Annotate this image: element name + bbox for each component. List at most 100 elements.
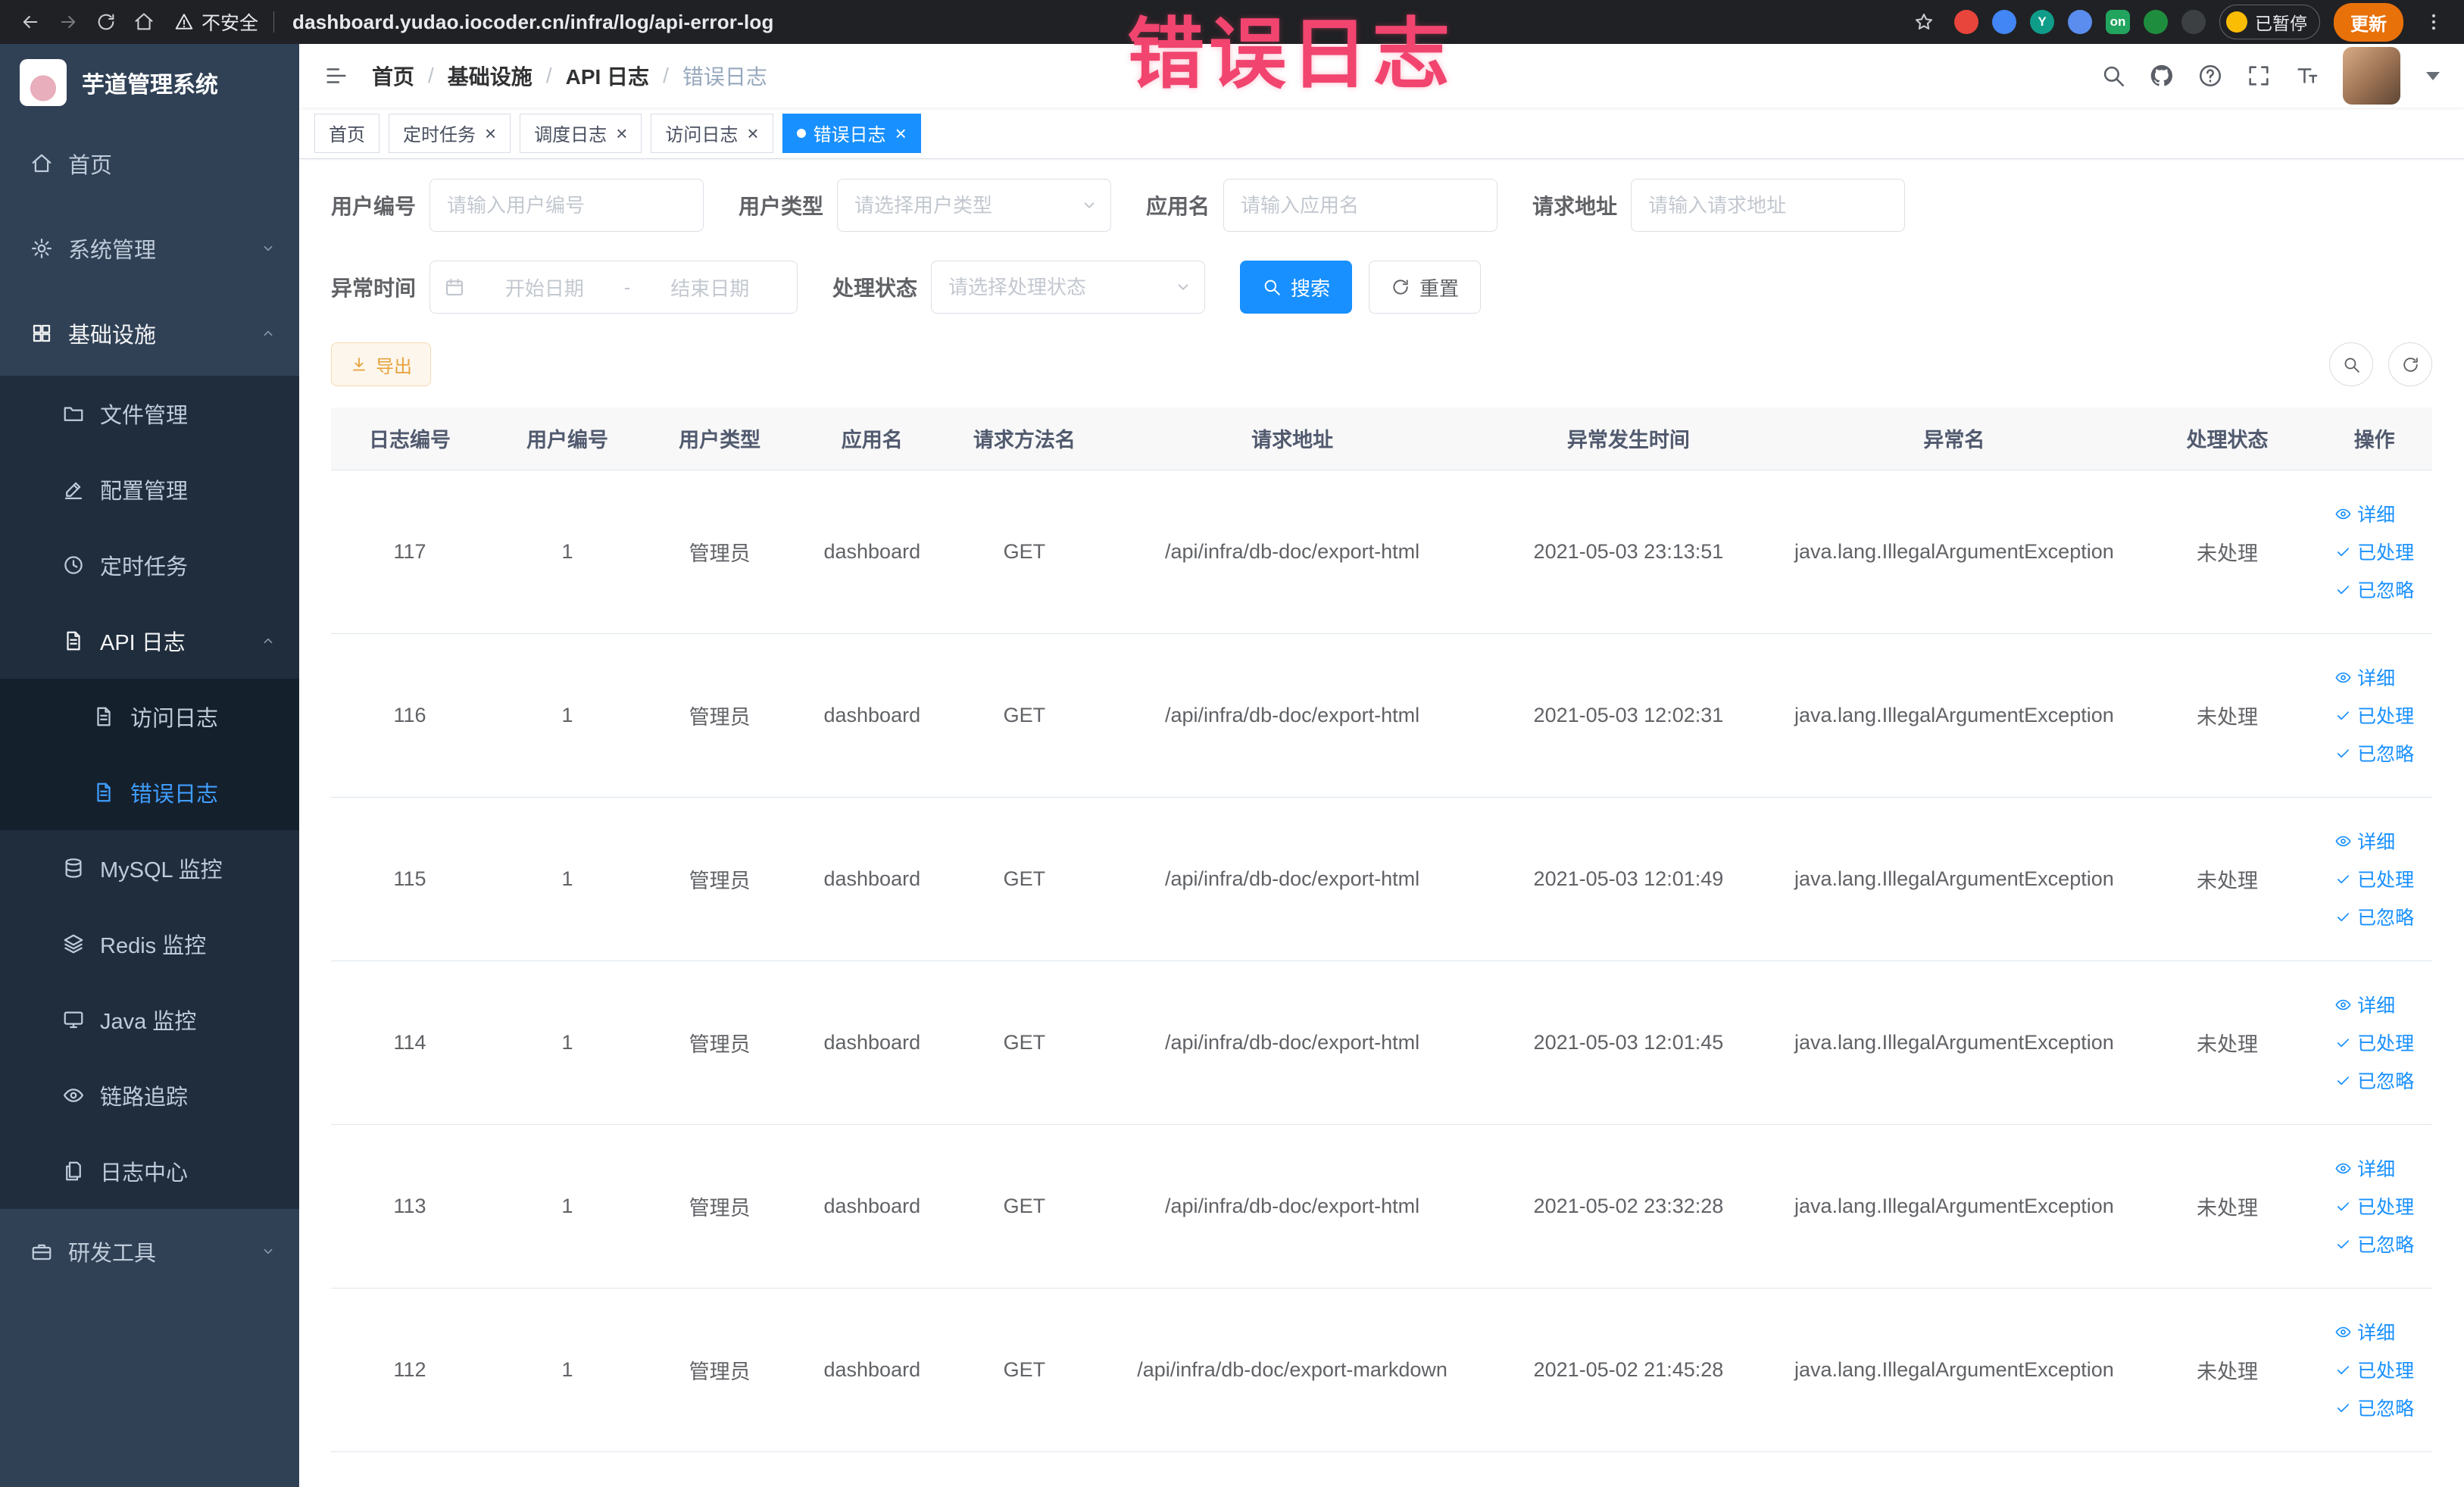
search-icon[interactable] [2100, 63, 2126, 89]
paused-badge[interactable]: 已暂停 [2219, 5, 2320, 39]
tab-active[interactable]: 错误日志 × [782, 113, 921, 153]
sidebar-item-system-management[interactable]: 系统管理 [0, 206, 299, 291]
extension-icon-5[interactable] [2144, 10, 2168, 34]
filter-user-id: 用户编号 [331, 179, 704, 232]
sidebar-item-infrastructure[interactable]: 基础设施 [0, 291, 299, 376]
mark-processed-link[interactable]: 已处理 [2334, 865, 2414, 892]
extension-icon-3[interactable]: Y [2030, 10, 2054, 34]
sidebar-item-trace[interactable]: 链路追踪 [0, 1057, 299, 1133]
sidebar-item-java-monitor[interactable]: Java 监控 [0, 982, 299, 1057]
help-icon[interactable] [2197, 63, 2223, 89]
mark-processed-link[interactable]: 已处理 [2334, 1029, 2414, 1056]
browser-back-button[interactable] [14, 5, 47, 39]
breadcrumb-item[interactable]: 首页 [372, 61, 414, 91]
close-icon[interactable]: × [485, 123, 496, 143]
caret-down-icon[interactable] [2426, 71, 2440, 80]
tab-item[interactable]: 首页 [314, 113, 379, 153]
reset-button[interactable]: 重置 [1369, 261, 1482, 314]
sidebar-item-dev-tools[interactable]: 研发工具 [0, 1209, 299, 1294]
cell-user-id: 1 [489, 1288, 647, 1452]
tab-item[interactable]: 访问日志 × [651, 113, 773, 153]
hamburger-icon[interactable] [323, 63, 349, 89]
user-id-input[interactable] [429, 179, 704, 232]
page-content: 用户编号 用户类型 应用名 请求地址 [299, 159, 2464, 1487]
font-size-icon[interactable] [2294, 63, 2320, 89]
tab-item[interactable]: 定时任务 × [389, 113, 511, 153]
app-name-input[interactable] [1223, 179, 1498, 232]
layers-icon [62, 932, 85, 955]
user-type-select[interactable] [837, 179, 1112, 232]
chrome-update-button[interactable]: 更新 [2334, 2, 2403, 42]
breadcrumb: 首页 / 基础设施 / API 日志 / 错误日志 [372, 61, 767, 91]
sidebar-item-log-center[interactable]: 日志中心 [0, 1133, 299, 1209]
mark-processed-link[interactable]: 已处理 [2334, 1192, 2414, 1220]
mark-ignored-link[interactable]: 已忽略 [2334, 1394, 2414, 1421]
mark-ignored-link[interactable]: 已忽略 [2334, 1067, 2414, 1094]
breadcrumb-item[interactable]: API 日志 [566, 61, 649, 91]
search-button[interactable]: 搜索 [1240, 261, 1353, 314]
close-icon[interactable]: × [747, 123, 758, 143]
detail-link[interactable]: 详细 [2334, 500, 2395, 527]
sidebar-item-redis-monitor[interactable]: Redis 监控 [0, 906, 299, 982]
check-icon [2334, 707, 2352, 724]
toggle-search-button[interactable] [2329, 342, 2373, 386]
detail-link[interactable]: 详细 [2334, 1318, 2395, 1345]
sidebar-item-api-logs[interactable]: API 日志 [0, 603, 299, 679]
sidebar-item-home[interactable]: 首页 [0, 121, 299, 206]
site-security-chip[interactable]: 不安全 [174, 8, 258, 36]
detail-link[interactable]: 详细 [2334, 827, 2395, 854]
sidebar-item-mysql-monitor[interactable]: MySQL 监控 [0, 830, 299, 906]
sidebar-item-error-log[interactable]: 错误日志 [0, 754, 299, 830]
export-button[interactable]: 导出 [331, 342, 431, 386]
chevron-down-icon [260, 1243, 276, 1260]
sidebar-item-access-log[interactable]: 访问日志 [0, 679, 299, 754]
bookmark-star-icon[interactable] [1907, 5, 1941, 39]
cell-method: GET [951, 1124, 1098, 1289]
extension-icon-1[interactable] [1954, 10, 1978, 34]
refresh-icon [2401, 355, 2420, 374]
detail-link[interactable]: 详细 [2334, 1154, 2395, 1182]
logo[interactable]: 芋道管理系统 [0, 44, 299, 121]
mark-ignored-link[interactable]: 已忽略 [2334, 739, 2414, 767]
fullscreen-icon[interactable] [2246, 63, 2272, 89]
mark-processed-link[interactable]: 已处理 [2334, 701, 2414, 729]
date-range-picker[interactable]: 开始日期 - 结束日期 [429, 261, 798, 314]
detail-link[interactable]: 详细 [2334, 991, 2395, 1018]
github-icon[interactable] [2149, 63, 2175, 89]
cell-method: GET [951, 470, 1098, 634]
mark-ignored-link[interactable]: 已忽略 [2334, 903, 2414, 930]
detail-link[interactable]: 详细 [2334, 664, 2395, 691]
mark-ignored-link[interactable]: 已忽略 [2334, 1230, 2414, 1257]
check-icon [2334, 1361, 2352, 1379]
close-icon[interactable]: × [616, 123, 627, 143]
extension-icon-on[interactable]: on [2106, 10, 2130, 34]
request-url-input[interactable] [1631, 179, 1906, 232]
mark-processed-link[interactable]: 已处理 [2334, 1356, 2414, 1383]
avatar[interactable] [2343, 47, 2400, 105]
cell-log-id: 113 [331, 1124, 489, 1289]
cell-exception-name: java.lang.IllegalArgumentException [1770, 961, 2138, 1125]
mark-processed-link[interactable]: 已处理 [2334, 538, 2414, 565]
close-icon[interactable]: × [895, 123, 907, 143]
clock-icon [62, 554, 85, 576]
sidebar-item-file-management[interactable]: 文件管理 [0, 376, 299, 451]
tab-item[interactable]: 调度日志 × [520, 113, 642, 153]
breadcrumb-item[interactable]: 基础设施 [448, 61, 532, 91]
mark-ignored-link[interactable]: 已忽略 [2334, 576, 2414, 603]
browser-reload-button[interactable] [89, 5, 123, 39]
check-icon [2334, 543, 2352, 561]
browser-home-button[interactable] [127, 5, 161, 39]
extension-icon-4[interactable] [2068, 10, 2092, 34]
browser-forward-button[interactable] [52, 5, 85, 39]
address-bar-url[interactable]: dashboard.yudao.iocoder.cn/infra/log/api… [292, 11, 774, 34]
refresh-button[interactable] [2388, 342, 2432, 386]
browser-menu-kebab-icon[interactable] [2417, 5, 2450, 39]
sidebar-item-scheduled-tasks[interactable]: 定时任务 [0, 527, 299, 603]
app-frame: 芋道管理系统 首页 系统管理 基础设施 文件管理 配置管理 定时任务 API 日… [0, 44, 2464, 1487]
extension-icon-6[interactable] [2181, 10, 2206, 34]
active-tab-dot [796, 128, 806, 138]
tab-label: 错误日志 [813, 125, 886, 145]
sidebar-item-config-management[interactable]: 配置管理 [0, 451, 299, 527]
extension-icon-2[interactable] [1992, 10, 2016, 34]
status-select[interactable] [931, 261, 1206, 314]
